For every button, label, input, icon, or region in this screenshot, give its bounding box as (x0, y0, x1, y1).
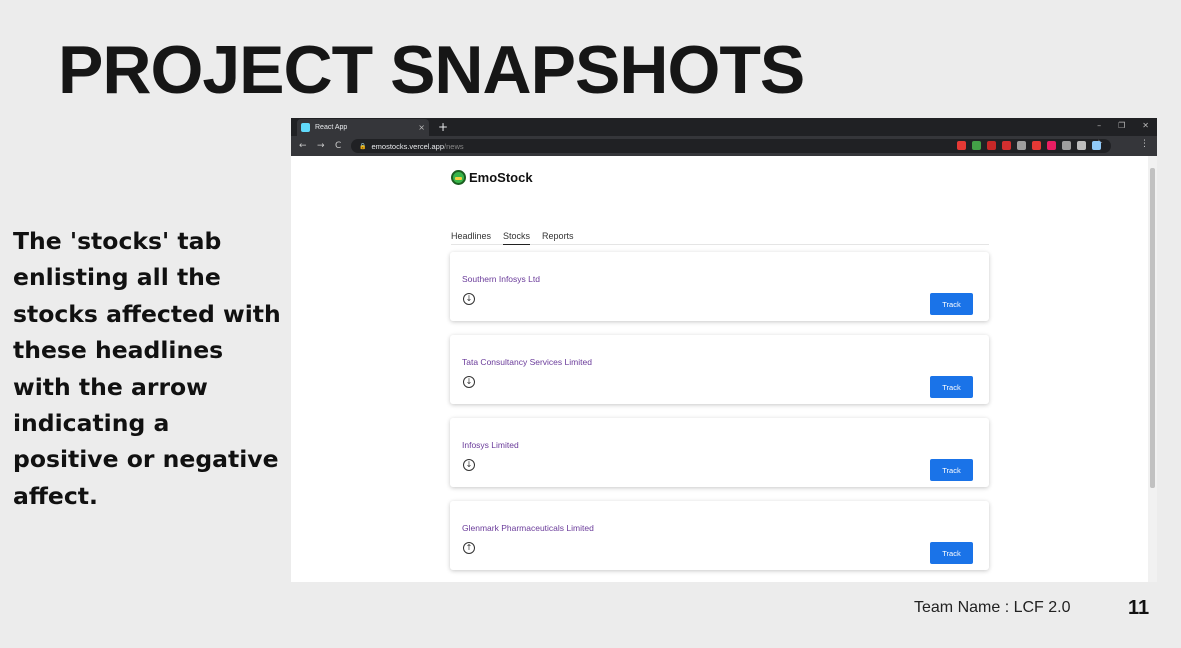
maximize-button[interactable]: ❐ (1118, 121, 1125, 130)
nav-tabs: Headlines Stocks Reports (451, 231, 989, 245)
extension-icon[interactable] (1092, 141, 1101, 150)
team-name: Team Name : LCF 2.0 (914, 599, 1071, 616)
extension-icon[interactable] (1062, 141, 1071, 150)
forward-button[interactable]: → (317, 141, 327, 151)
page-viewport: EmoStock Headlines Stocks Reports Southe… (291, 156, 1148, 582)
stock-name[interactable]: Southern Infosys Ltd (462, 274, 540, 284)
stock-card: Glenmark Pharmaceuticals Limited ↑ Track (450, 501, 989, 570)
extension-icon[interactable] (1077, 141, 1086, 150)
lock-icon: 🔒 (359, 142, 367, 150)
close-window-button[interactable]: ✕ (1142, 121, 1149, 130)
minimize-button[interactable]: – (1097, 121, 1101, 130)
url-path: /news (444, 141, 464, 151)
emostock-logo-icon (451, 170, 466, 185)
arrow-down-icon: ↓ (463, 459, 475, 471)
stock-card: Infosys Limited ↓ Track (450, 418, 989, 487)
new-tab-button[interactable]: + (438, 119, 448, 135)
address-bar: ← → C 🔒 emostocks.vercel.app/news ☆ ⋮ (291, 136, 1157, 156)
brand-name: EmoStock (469, 170, 533, 185)
track-button[interactable]: Track (930, 459, 973, 481)
stock-name[interactable]: Tata Consultancy Services Limited (462, 357, 592, 367)
extension-icon[interactable] (1002, 141, 1011, 150)
tab-headlines[interactable]: Headlines (451, 231, 491, 245)
scroll-thumb[interactable] (1150, 168, 1155, 488)
browser-window: React App × + – ❐ ✕ ← → C 🔒 emostocks.ve… (291, 118, 1157, 582)
browser-tab[interactable]: React App × (297, 119, 429, 136)
browser-menu-icon[interactable]: ⋮ (1140, 139, 1149, 149)
brand[interactable]: EmoStock (451, 170, 533, 185)
extensions-toolbar (957, 141, 1101, 150)
page-number: 11 (1128, 597, 1150, 619)
extension-icon[interactable] (1047, 141, 1056, 150)
browser-tab-title: React App (315, 124, 348, 131)
scrollbar[interactable] (1148, 156, 1157, 582)
arrow-down-icon: ↓ (463, 293, 475, 305)
extension-icon[interactable] (1017, 141, 1026, 150)
extension-icon[interactable] (972, 141, 981, 150)
stock-card: Southern Infosys Ltd ↓ Track (450, 252, 989, 321)
arrow-up-icon: ↑ (463, 542, 475, 554)
browser-tab-bar: React App × + – ❐ ✕ (291, 118, 1157, 136)
track-button[interactable]: Track (930, 376, 973, 398)
track-button[interactable]: Track (930, 542, 973, 564)
slide-caption: The 'stocks' tab enlisting all the stock… (13, 227, 281, 510)
stock-name[interactable]: Glenmark Pharmaceuticals Limited (462, 523, 594, 533)
arrow-down-icon: ↓ (463, 376, 475, 388)
slide-title: PROJECT SNAPSHOTS (58, 32, 805, 108)
reload-button[interactable]: C (335, 141, 345, 151)
back-button[interactable]: ← (299, 141, 309, 151)
extension-icon[interactable] (987, 141, 996, 150)
extension-icon[interactable] (957, 141, 966, 150)
track-button[interactable]: Track (930, 293, 973, 315)
react-favicon-icon (301, 123, 310, 132)
tab-reports[interactable]: Reports (542, 231, 574, 245)
close-tab-icon[interactable]: × (418, 123, 425, 132)
stock-card: Tata Consultancy Services Limited ↓ Trac… (450, 335, 989, 404)
tab-stocks[interactable]: Stocks (503, 231, 531, 245)
stock-name[interactable]: Infosys Limited (462, 440, 519, 450)
extension-icon[interactable] (1032, 141, 1041, 150)
url-host: emostocks.vercel.app (371, 141, 445, 151)
